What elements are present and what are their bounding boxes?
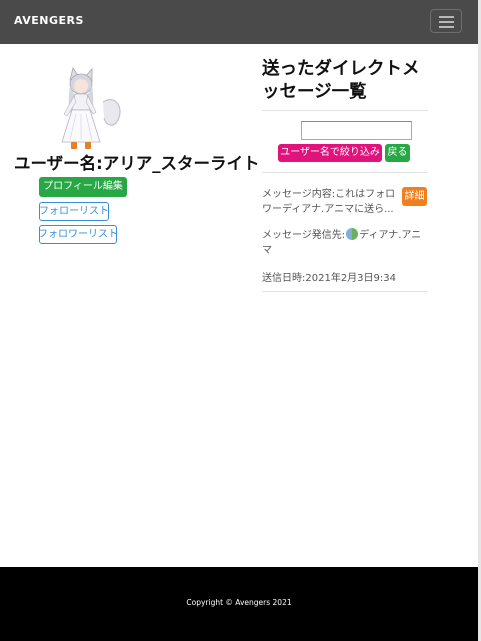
- username-search-input[interactable]: [301, 121, 412, 140]
- message-recipient: メッセージ発信先: ディアナ.アニマ: [262, 228, 428, 258]
- filter-by-username-button[interactable]: ユーザー名で絞り込み: [278, 144, 382, 162]
- edit-profile-button[interactable]: プロフィール編集: [39, 177, 127, 197]
- footer: Copyright © Avengers 2021: [0, 567, 478, 641]
- divider: [262, 172, 428, 173]
- menu-icon-line: [439, 21, 454, 23]
- navbar: AVENGERS: [0, 0, 478, 44]
- avatar-illustration-icon: [61, 67, 121, 149]
- username-heading: ユーザー名:アリア_スターライト: [14, 154, 260, 173]
- menu-icon-line: [439, 26, 454, 28]
- back-button[interactable]: 戻る: [385, 144, 410, 162]
- avatar: [48, 64, 126, 152]
- navbar-toggler[interactable]: [430, 9, 462, 33]
- message-detail-button[interactable]: 詳細: [402, 187, 427, 206]
- copyright-text: Copyright © Avengers 2021: [186, 598, 292, 607]
- sender-avatar-icon: [346, 228, 359, 240]
- follow-list-button[interactable]: フォローリスト: [39, 202, 109, 221]
- divider: [262, 291, 428, 292]
- menu-icon-line: [439, 16, 454, 18]
- follower-list-button[interactable]: フォロワーリスト: [38, 225, 118, 244]
- navbar-brand[interactable]: AVENGERS: [14, 14, 84, 27]
- dm-list-title: 送ったダイレクトメッセージ一覧: [262, 59, 420, 102]
- message-content: メッセージ内容:これはフォロワーディアナ.アニマに送ら...: [262, 189, 396, 215]
- divider: [262, 110, 428, 111]
- recipient-label: メッセージ発信先:: [262, 230, 346, 241]
- message-sent-at: 送信日時:2021年2月3日9:34: [262, 273, 396, 284]
